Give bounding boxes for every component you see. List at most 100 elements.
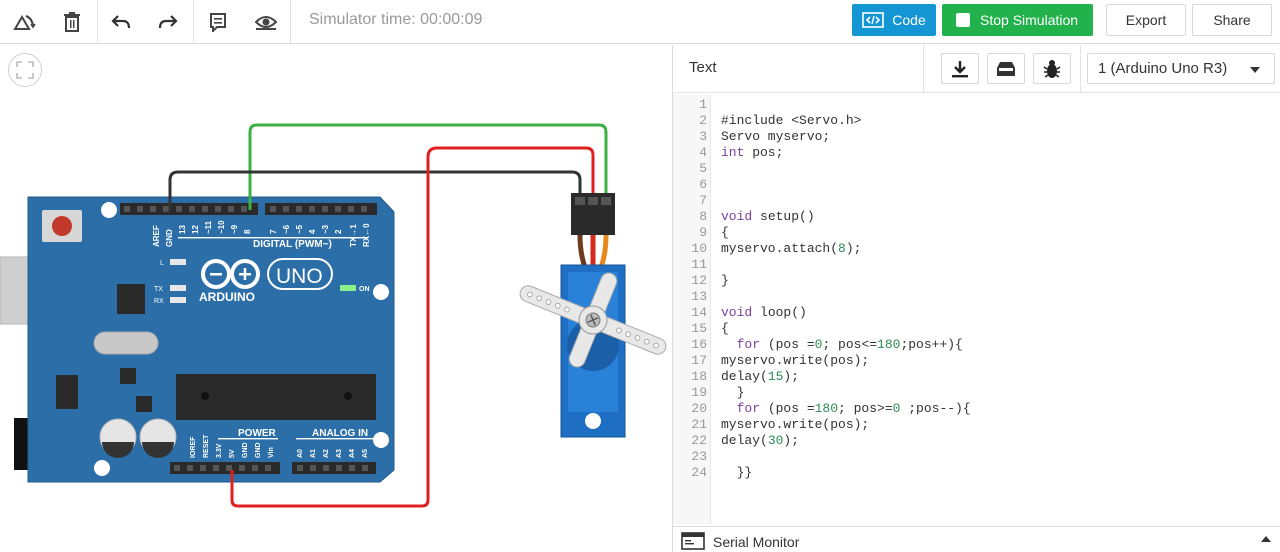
code-line: 10 myservo.attach(8); [673, 241, 1280, 257]
pin-label: 5V [229, 449, 236, 458]
download-button[interactable] [941, 53, 979, 84]
simulator-time: Simulator time: 00:00:09 [309, 11, 483, 28]
pin-label: ~11 [204, 220, 213, 234]
toolbar-separator [193, 0, 194, 44]
pin-label: AREF [152, 225, 161, 247]
pin-label: 12 [191, 225, 200, 234]
circuit-drawing: AREF GND 13 12 ~11 ~10 ~9 8 7 ~6 ~5 4 ~3… [0, 123, 667, 508]
code-line: 9{ [673, 225, 1280, 241]
line-number: 22 [691, 433, 707, 448]
chevron-down-icon [1250, 67, 1260, 73]
arduino-brand: ARDUINO [199, 290, 255, 304]
rx-led [170, 297, 186, 303]
small-chip [136, 396, 152, 412]
code-line: 24 }} [673, 465, 1280, 481]
stop-icon [956, 13, 970, 27]
code-line: 20 for (pos =180; pos>=0 ;pos--){ [673, 401, 1280, 417]
power-label: POWER [238, 428, 277, 439]
code-line: 1 [673, 97, 1280, 113]
editor-mode-label[interactable]: Text [689, 59, 717, 76]
code-line: 17 myservo.write(pos); [673, 353, 1280, 369]
line-number: 3 [699, 129, 707, 144]
line-number: 16 [691, 337, 707, 352]
undo-button[interactable] [99, 0, 143, 44]
chip-dot [344, 392, 352, 400]
code-editor[interactable]: 1 2 #include <Servo.h> 3 Servo myservo; 4 int … [673, 94, 1280, 524]
line-number: 8 [699, 209, 707, 224]
line-number: 9 [699, 225, 707, 240]
line-number: 7 [699, 193, 707, 208]
servo-connector-pin [601, 197, 611, 205]
upload-icon [997, 61, 1015, 76]
header-separator [1080, 45, 1081, 93]
power-header [170, 462, 280, 474]
fit-icon [16, 61, 34, 79]
share-button[interactable]: Share [1192, 4, 1272, 36]
circuit-canvas[interactable]: AREF GND 13 12 ~11 ~10 ~9 8 7 ~6 ~5 4 ~3… [0, 45, 672, 552]
line-number: 14 [691, 305, 707, 320]
pin-label: ~6 [282, 224, 291, 234]
l-led-label: L [160, 260, 164, 267]
serial-monitor-bar[interactable]: Serial Monitor [673, 526, 1280, 552]
device-select-value: 1 (Arduino Uno R3) [1098, 60, 1228, 77]
line-number: 2 [699, 113, 707, 128]
pin-label: A0 [297, 449, 304, 458]
code-text: } [721, 273, 729, 288]
device-select[interactable]: 1 (Arduino Uno R3) [1087, 53, 1275, 84]
code-text: void setup() [721, 209, 815, 224]
toolbar-separator [290, 0, 291, 44]
code-line: 12} [673, 273, 1280, 289]
code-line: 6 [673, 177, 1280, 193]
code-text: { [721, 321, 729, 336]
pin-label: 13 [178, 225, 187, 234]
pin-label: RX←0 [362, 223, 371, 247]
toolbar-separator [97, 0, 98, 44]
code-line: 23 [673, 449, 1280, 465]
pin-label: ~5 [295, 224, 304, 234]
visibility-button[interactable] [244, 0, 288, 44]
pin-label: 2 [334, 229, 343, 234]
code-line: 8 void setup() [673, 209, 1280, 225]
debugger-button[interactable] [1033, 53, 1071, 84]
line-number: 10 [691, 241, 707, 256]
code-button-label: Code [892, 12, 926, 28]
redo-button[interactable] [146, 0, 190, 44]
mounting-hole [373, 284, 389, 300]
reset-button-cap [52, 216, 72, 236]
fit-view-button[interactable] [8, 53, 42, 87]
toolbar: Simulator time: 00:00:09 Code Stop Simul… [0, 0, 1280, 44]
usb-chip [117, 284, 145, 314]
code-line: 15 { [673, 321, 1280, 337]
code-line: 5 [673, 161, 1280, 177]
line-number: 11 [691, 257, 707, 272]
code-lines: 1 2 #include <Servo.h> 3 Servo myservo; 4 int … [673, 97, 1280, 481]
header-separator [923, 45, 924, 93]
line-number: 6 [699, 177, 707, 192]
line-number: 1 [699, 97, 707, 112]
line-number: 19 [691, 385, 707, 400]
servo-mount-hole [585, 413, 601, 429]
chip-dot [201, 392, 209, 400]
code-line: 19 } [673, 385, 1280, 401]
delete-button[interactable] [50, 0, 94, 44]
redo-icon [158, 15, 178, 29]
on-label: ON [359, 286, 370, 293]
code-button[interactable]: Code [852, 4, 936, 36]
l-led [170, 259, 186, 265]
pin-label: ~9 [230, 224, 239, 234]
download-icon [952, 60, 968, 77]
code-text: myservo.write(pos); [721, 417, 870, 432]
rotate-button[interactable] [2, 0, 46, 44]
stop-simulation-button[interactable]: Stop Simulation [942, 4, 1093, 36]
pin-label: A4 [349, 449, 356, 458]
code-line: 22 delay(30); [673, 433, 1280, 449]
export-button[interactable]: Export [1106, 4, 1186, 36]
upload-button[interactable] [987, 53, 1025, 84]
code-text: for (pos =180; pos>=0 ;pos--){ [736, 401, 971, 416]
uno-label: UNO [276, 265, 323, 288]
chevron-up-icon[interactable] [1261, 536, 1271, 542]
on-led [340, 285, 356, 291]
pin-label: A2 [323, 449, 330, 458]
mounting-hole [94, 460, 110, 476]
notes-button[interactable] [196, 0, 240, 44]
